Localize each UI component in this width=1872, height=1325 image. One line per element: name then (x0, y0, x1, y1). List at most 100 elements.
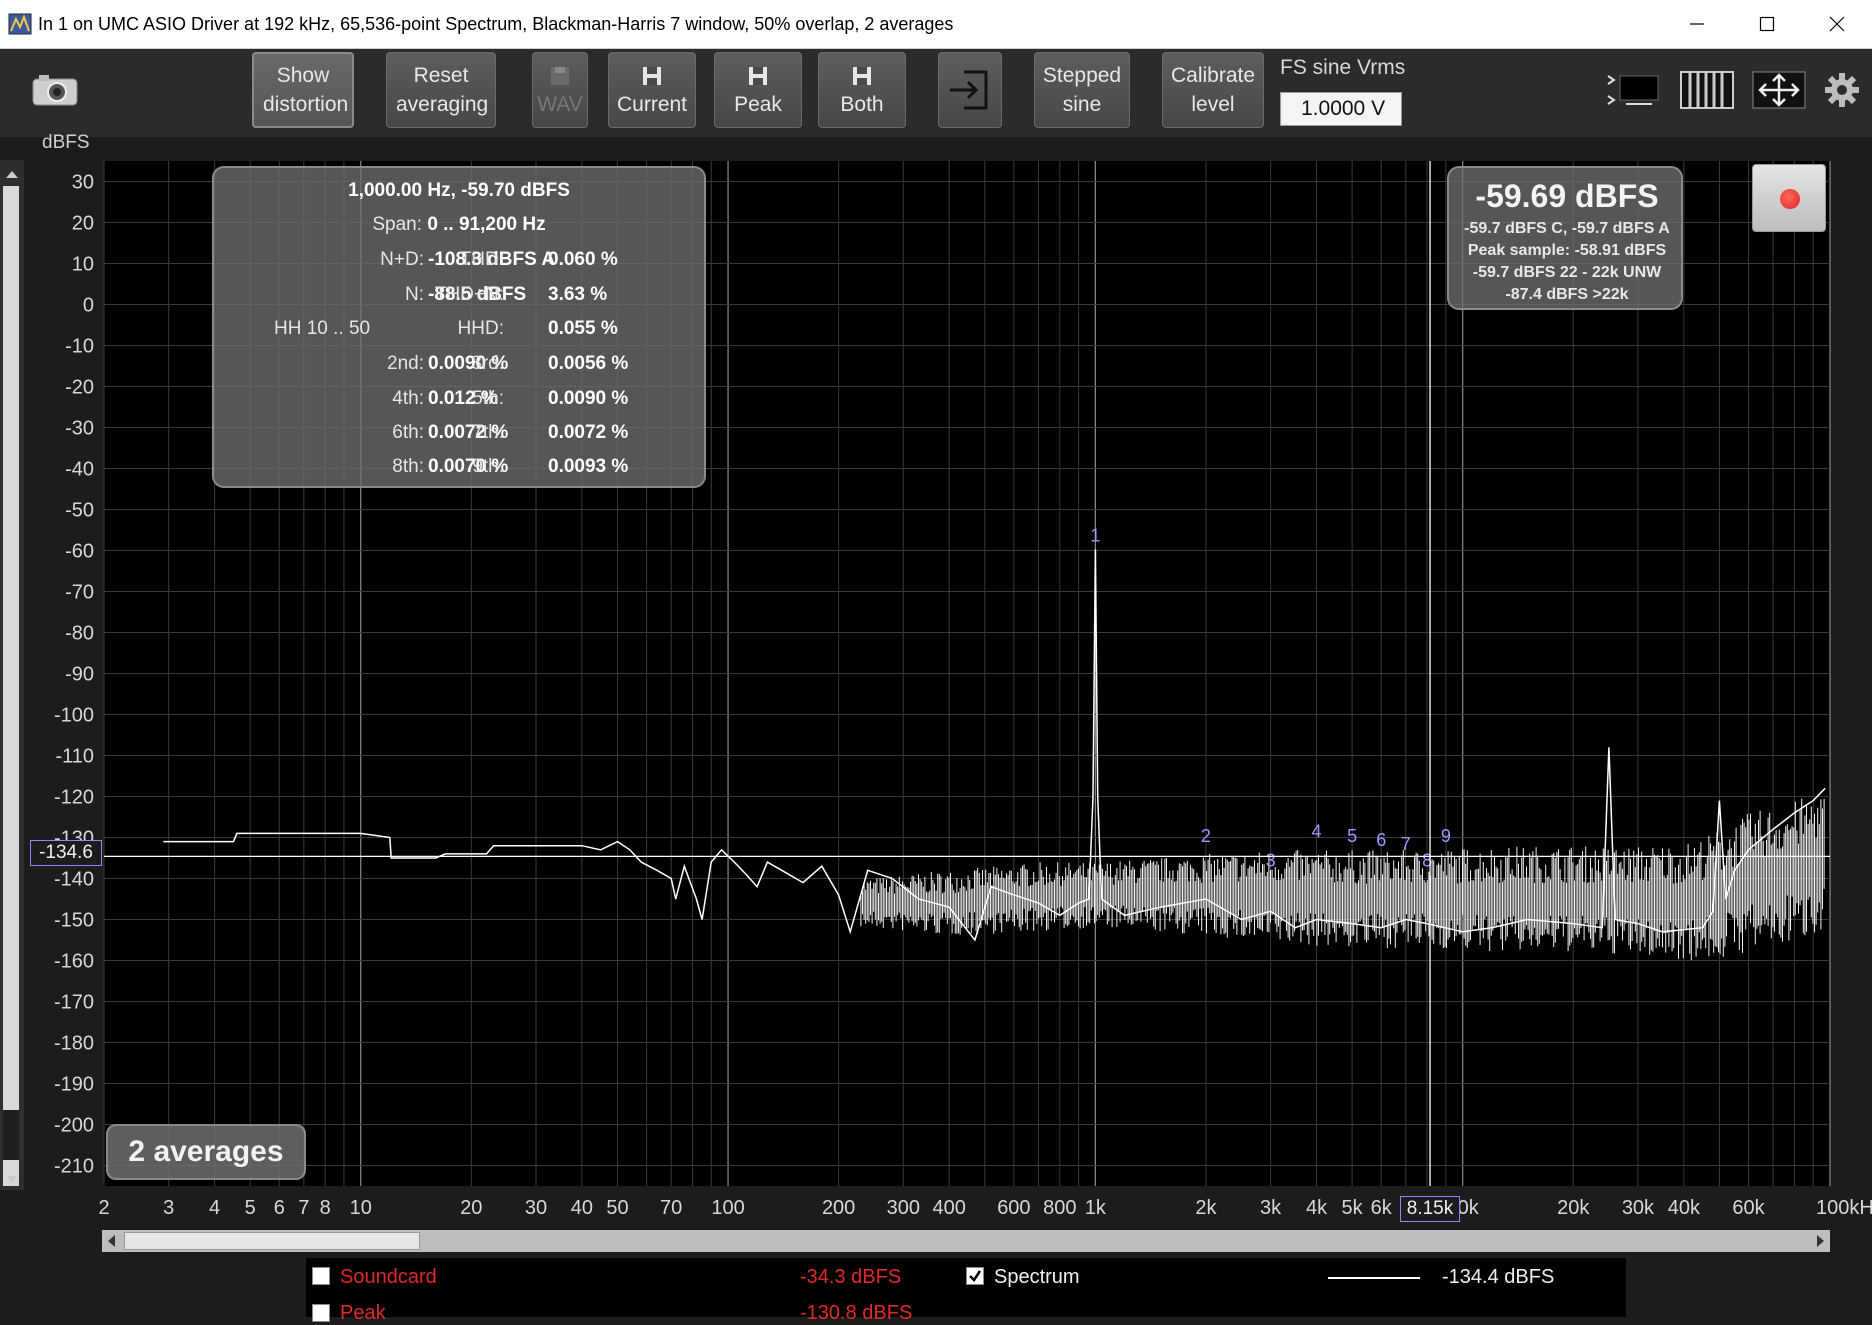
thd-value: 0.060 % (548, 249, 618, 270)
minimize-icon (1690, 23, 1704, 25)
both-label: Both (840, 92, 884, 116)
x-tick-label: 800 (1043, 1197, 1076, 1219)
spectrum-value: -134.4 dBFS (1442, 1266, 1555, 1288)
y-tick-label: -140 (54, 869, 94, 891)
save-both-button[interactable]: Both (818, 52, 906, 128)
peak-label: Peak (734, 92, 782, 116)
bars-view-button[interactable] (1680, 70, 1734, 110)
h7-value: 0.0072 % (548, 422, 629, 443)
camera-button[interactable] (30, 70, 80, 110)
close-button[interactable] (1802, 0, 1872, 48)
harmonic-marker: 6 (1376, 830, 1386, 850)
x-tick-label: 70 (660, 1197, 682, 1219)
x-tick-label: 4 (209, 1197, 220, 1219)
spectrum-label: Spectrum (994, 1266, 1080, 1288)
horizontal-scroll-thumb[interactable] (124, 1232, 420, 1250)
x-tick-label: 30k (1622, 1197, 1655, 1219)
y-tick-label: -10 (65, 336, 94, 358)
y-tick-label: 20 (72, 213, 94, 235)
bars-view-icon (1680, 71, 1734, 109)
spectrum-line-swatch (1328, 1277, 1420, 1279)
fs-sine-vrms-input[interactable]: 1.0000 V (1280, 92, 1402, 126)
scroll-right-icon (1817, 1235, 1824, 1247)
fit-view-button[interactable] (1752, 70, 1806, 110)
x-tick-label: 7 (298, 1197, 309, 1219)
y-tick-label: -30 (65, 418, 94, 440)
x-tick-label: 10 (350, 1197, 372, 1219)
minimize-button[interactable] (1662, 0, 1732, 48)
calibrate-level-button[interactable]: Calibrate level (1162, 52, 1264, 128)
show-distortion-button[interactable]: Show distortion (252, 52, 354, 128)
scroll-left-icon (108, 1235, 115, 1247)
x-tick-label: 30 (525, 1197, 547, 1219)
x-tick-label: 50 (606, 1197, 628, 1219)
averages-badge: 2 averages (106, 1124, 306, 1180)
spectrum-checkbox[interactable] (966, 1267, 984, 1285)
distortion-panel: 1,000.00 Hz, -59.70 dBFS Span: 0 .. 91,2… (212, 166, 706, 488)
thd-label: THD: (459, 249, 504, 270)
x-tick-label: 300 (887, 1197, 920, 1219)
peak-checkbox[interactable] (312, 1304, 330, 1322)
soundcard-checkbox[interactable] (312, 1267, 330, 1285)
harmonic-marker: 9 (1441, 826, 1451, 846)
maximize-icon (1759, 16, 1775, 32)
close-icon (1829, 16, 1845, 32)
y-tick-label: 30 (72, 172, 94, 194)
wav-button[interactable]: WAV (532, 52, 588, 128)
show-distortion-label: Show distortion (263, 64, 349, 116)
y-tick-label: -50 (65, 500, 94, 522)
spectrum-view-icon (1607, 75, 1659, 105)
x-tick-label: 600 (997, 1197, 1030, 1219)
y-tick-label: -100 (54, 705, 94, 727)
harmonic-marker: 2 (1201, 826, 1211, 846)
save-peak-button[interactable]: Peak (714, 52, 802, 128)
save-icon (549, 62, 571, 90)
y-tick-label: -190 (54, 1074, 94, 1096)
x-tick-label: 100kHz (1816, 1197, 1872, 1219)
spectrum-view-button[interactable] (1606, 70, 1662, 110)
fs-sine-vrms-label: FS sine Vrms (1280, 56, 1406, 79)
h9-value: 0.0093 % (548, 456, 629, 477)
level-readout: -59.69 dBFS (1475, 178, 1659, 214)
level-peak-sample: Peak sample: -58.91 dBFS (1467, 242, 1667, 259)
level-above-22k: -87.4 dBFS >22k (1505, 286, 1629, 303)
x-tick-label: 3 (163, 1197, 174, 1219)
settings-button[interactable] (1824, 72, 1860, 108)
x-tick-label: 40k (1668, 1197, 1701, 1219)
h3-label: 3rd: (471, 353, 504, 374)
save-current-button[interactable]: Current (608, 52, 696, 128)
span-value: 0 .. 91,200 Hz (427, 214, 546, 235)
x-tick-label: 40 (571, 1197, 593, 1219)
reset-averaging-label: Reset averaging (396, 64, 489, 116)
y-tick-label: 10 (72, 254, 94, 276)
x-tick-label: 20 (460, 1197, 482, 1219)
y-tick-label: -110 (55, 746, 94, 768)
save-icon (641, 62, 663, 90)
camera-icon (32, 75, 78, 106)
x-tick-label: 400 (933, 1197, 966, 1219)
thdn-value: 3.63 % (548, 284, 608, 305)
save-icon (747, 62, 769, 90)
y-tick-label: -70 (65, 582, 94, 604)
level-weighted: -59.7 dBFS C, -59.7 dBFS A (1464, 220, 1670, 237)
legend: Soundcard -34.3 dBFS Spectrum -134.4 dBF… (306, 1258, 1626, 1324)
stepped-sine-button[interactable]: Stepped sine (1034, 52, 1130, 128)
save-icon (851, 62, 873, 90)
h3-value: 0.0056 % (548, 353, 629, 374)
reset-averaging-button[interactable]: Reset averaging (386, 52, 496, 128)
harmonic-marker: 1 (1090, 525, 1100, 545)
import-button[interactable] (938, 52, 1002, 128)
x-tick-label: 4k (1306, 1197, 1328, 1219)
harmonic-marker: 3 (1266, 850, 1276, 870)
x-tick-label: 8 (320, 1197, 331, 1219)
span-label: Span: (372, 214, 423, 235)
current-label: Current (616, 92, 688, 116)
horizontal-scrollbar[interactable] (102, 1230, 1830, 1252)
record-button[interactable] (1752, 164, 1826, 232)
maximize-button[interactable] (1732, 0, 1802, 48)
h5-value: 0.0090 % (548, 388, 629, 409)
check-icon (969, 1270, 982, 1282)
distortion-header: 1,000.00 Hz, -59.70 dBFS (348, 180, 570, 201)
x-tick-label: 200 (822, 1197, 855, 1219)
app-icon (8, 13, 32, 35)
